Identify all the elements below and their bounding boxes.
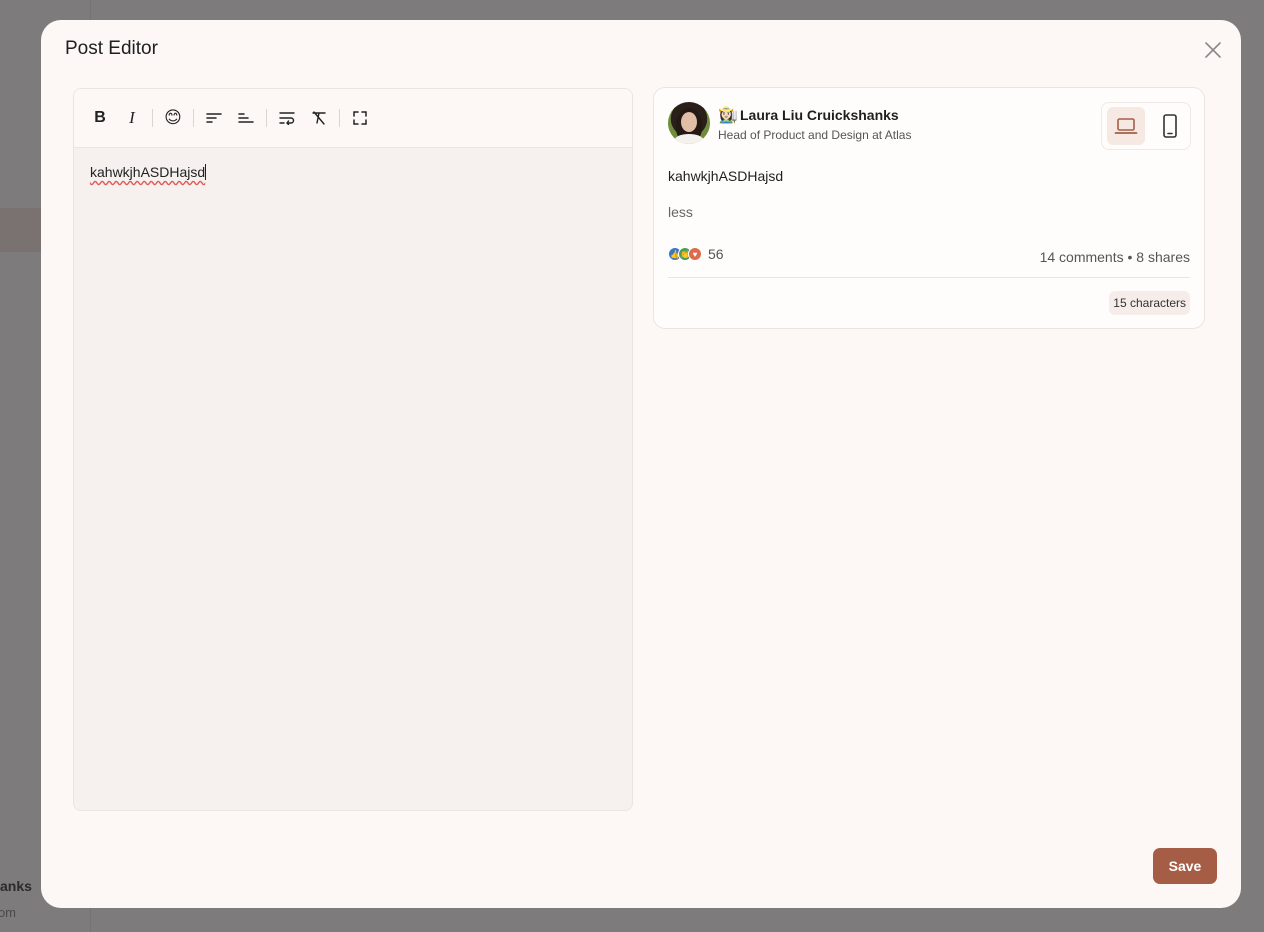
- author-name: Laura Liu Cruickshanks: [740, 107, 899, 123]
- post-preview-card: 👩🏻‍🌾 Laura Liu Cruickshanks Head of Prod…: [653, 87, 1205, 329]
- editor-content-text: kahwkjhASDHajsd: [90, 164, 206, 180]
- emoji-button[interactable]: 😊: [161, 106, 185, 130]
- background-active-item: [0, 208, 41, 252]
- align-left-icon: [206, 113, 222, 123]
- toolbar-divider: [193, 109, 194, 127]
- laptop-icon: [1114, 118, 1138, 134]
- character-count-badge: 15 characters: [1109, 291, 1190, 315]
- editor-toolbar: B I 😊: [74, 89, 632, 148]
- fullscreen-icon: [353, 111, 367, 125]
- wrap-text-button[interactable]: [275, 106, 299, 130]
- save-button[interactable]: Save: [1153, 848, 1217, 884]
- author-emoji: 👩🏻‍🌾: [718, 107, 738, 124]
- text-caret: [205, 164, 207, 180]
- post-editor-modal: Post Editor B I 😊: [41, 20, 1241, 908]
- post-text: kahwkjhASDHajsd: [668, 168, 784, 184]
- emoji-icon: 😊: [164, 108, 182, 127]
- toolbar-divider: [339, 109, 340, 127]
- love-reaction-icon: ♥: [688, 247, 702, 261]
- bold-button[interactable]: B: [88, 106, 112, 130]
- device-toggle: [1101, 102, 1191, 150]
- fullscreen-button[interactable]: [348, 106, 372, 130]
- editor-panel: B I 😊 kahwkjhASDHajsd: [73, 88, 633, 811]
- background-user-email: om: [0, 905, 16, 920]
- phone-icon: [1163, 114, 1177, 138]
- less-link[interactable]: less: [668, 204, 693, 220]
- desktop-view-button[interactable]: [1107, 107, 1145, 145]
- engagement-stats: 14 comments • 8 shares: [1039, 249, 1190, 265]
- toolbar-divider: [152, 109, 153, 127]
- author-headline: Head of Product and Design at Atlas: [718, 128, 912, 142]
- align-left-button[interactable]: [202, 106, 226, 130]
- reactions[interactable]: 👍 👏 ♥ 56: [668, 246, 724, 262]
- mobile-view-button[interactable]: [1151, 107, 1189, 145]
- modal-title: Post Editor: [65, 38, 158, 59]
- reaction-count: 56: [708, 246, 724, 262]
- italic-button[interactable]: I: [120, 106, 144, 130]
- avatar: [668, 102, 710, 144]
- clear-format-button[interactable]: [307, 106, 331, 130]
- background-user-name: anks: [0, 878, 32, 894]
- toolbar-divider: [266, 109, 267, 127]
- card-divider: [668, 277, 1190, 278]
- wrap-text-icon: [279, 112, 295, 125]
- align-bottom-icon: [238, 113, 254, 123]
- close-icon[interactable]: [1201, 38, 1225, 62]
- clear-format-icon: [312, 111, 326, 125]
- editor-content[interactable]: kahwkjhASDHajsd: [90, 164, 207, 180]
- align-bottom-button[interactable]: [234, 106, 258, 130]
